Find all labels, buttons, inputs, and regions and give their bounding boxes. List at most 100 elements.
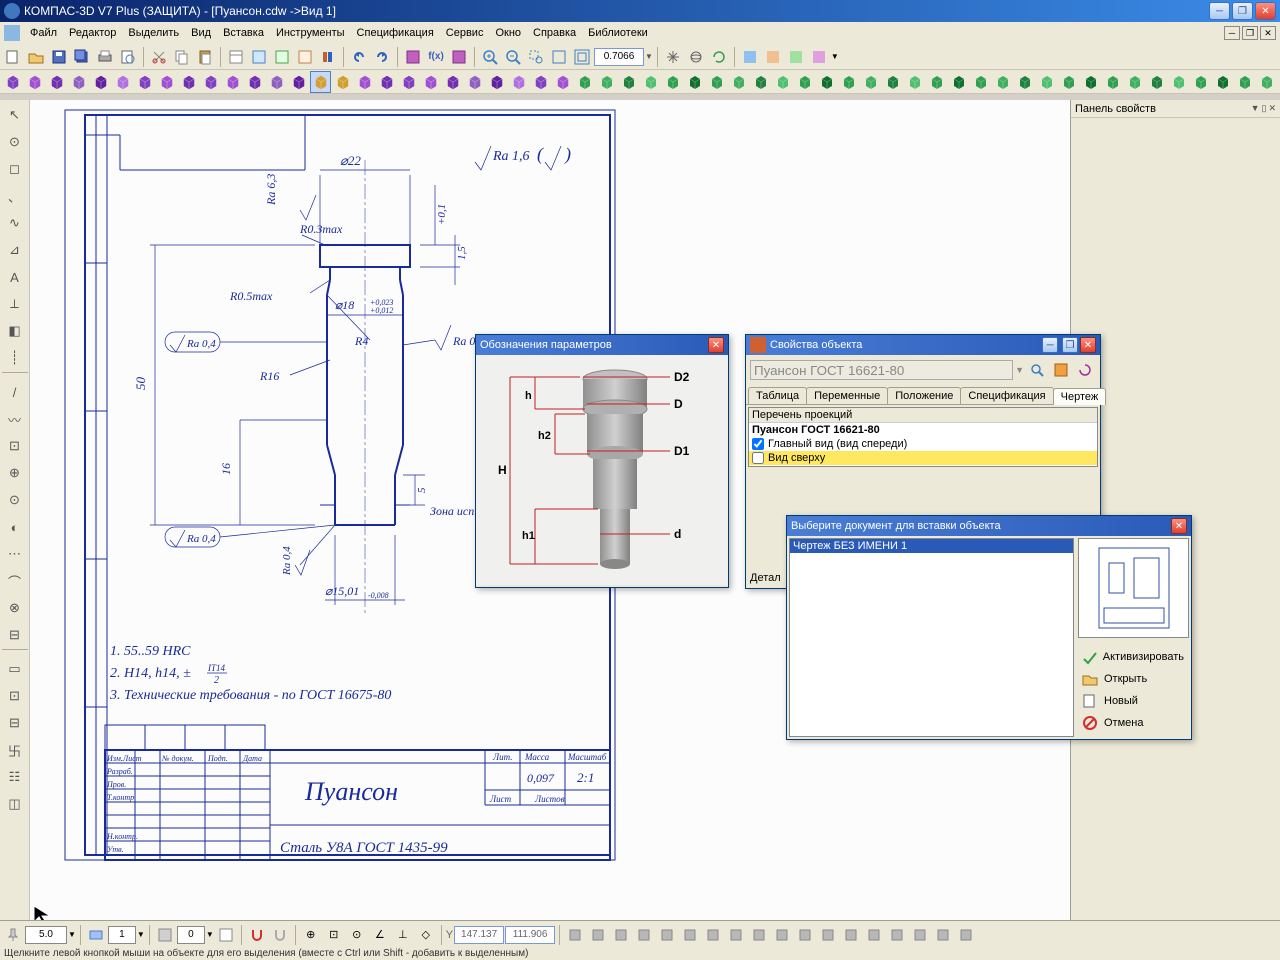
tb3d-5[interactable] [112, 71, 133, 93]
tb3d-g-21[interactable] [1037, 71, 1058, 93]
lt-14[interactable]: ⊕ [2, 460, 28, 486]
tb3d-3[interactable] [68, 71, 89, 93]
lt-26[interactable]: ☷ [2, 764, 28, 790]
mdi-restore[interactable]: ❐ [1242, 26, 1258, 40]
tb3d-14[interactable] [310, 71, 331, 93]
lt-5[interactable]: ⊿ [2, 237, 28, 263]
tb3d-g-14[interactable] [883, 71, 904, 93]
lt-16[interactable]: ◐ [2, 514, 28, 540]
lt-3[interactable]: 、 [2, 183, 28, 209]
tb3d-g-13[interactable] [861, 71, 882, 93]
tb-zoomin[interactable] [479, 46, 501, 68]
bb-state[interactable] [154, 924, 176, 946]
mdi-close[interactable]: ✕ [1260, 26, 1276, 40]
tab-position[interactable]: Положение [887, 387, 961, 404]
bb-extra-12[interactable] [840, 924, 862, 946]
tb3d-g-6[interactable] [707, 71, 728, 93]
lt-23[interactable]: ⊡ [2, 683, 28, 709]
lt-15[interactable]: ⊙ [2, 487, 28, 513]
tb3d-20[interactable] [442, 71, 463, 93]
popup-props-close[interactable]: ✕ [1080, 337, 1096, 353]
tb3d-g-20[interactable] [1015, 71, 1036, 93]
bb-extra-15[interactable] [909, 924, 931, 946]
tb3d-18[interactable] [398, 71, 419, 93]
tb3d-g-26[interactable] [1147, 71, 1168, 93]
bb-extra-8[interactable] [748, 924, 770, 946]
tb3d-g-27[interactable] [1169, 71, 1190, 93]
props-find[interactable] [1026, 359, 1048, 381]
bb-snap3[interactable]: ⊙ [346, 924, 368, 946]
popup-insert-close[interactable]: ✕ [1171, 518, 1187, 534]
popup-props-maximize[interactable]: ❐ [1062, 337, 1078, 353]
tb3d-g-3[interactable] [640, 71, 661, 93]
mdi-minimize[interactable]: ─ [1224, 26, 1240, 40]
tb3d-g-15[interactable] [905, 71, 926, 93]
tb3d-g-1[interactable] [596, 71, 617, 93]
lt-25[interactable]: 卐 [2, 737, 28, 763]
lt-27[interactable]: ◫ [2, 791, 28, 817]
tb3d-7[interactable] [156, 71, 177, 93]
tb3d-g-12[interactable] [839, 71, 860, 93]
bb-step[interactable] [25, 926, 67, 944]
proj-view-front[interactable]: Главный вид (вид спереди) [749, 437, 1097, 451]
lt-18[interactable]: ⌒ [2, 568, 28, 594]
tb-view1[interactable] [739, 46, 761, 68]
bb-snap4[interactable]: ∠ [369, 924, 391, 946]
panel-dropdown-icon[interactable]: ▼ [1251, 103, 1260, 114]
bb-extra-7[interactable] [725, 924, 747, 946]
menu-help[interactable]: Справка [527, 25, 582, 41]
bb-extra-5[interactable] [679, 924, 701, 946]
tb-lib[interactable] [317, 46, 339, 68]
minimize-button[interactable]: ─ [1209, 2, 1230, 20]
tb3d-g-24[interactable] [1103, 71, 1124, 93]
props-save[interactable] [1050, 359, 1072, 381]
tb3d-15[interactable] [332, 71, 353, 93]
bb-magnet-on[interactable] [246, 924, 268, 946]
popup-parameters-close[interactable]: ✕ [708, 337, 724, 353]
tb-saveall[interactable] [71, 46, 93, 68]
tb-print[interactable] [94, 46, 116, 68]
bb-extra-11[interactable] [817, 924, 839, 946]
tab-table[interactable]: Таблица [748, 387, 807, 404]
tb3d-g-19[interactable] [993, 71, 1014, 93]
tb-mgr[interactable] [271, 46, 293, 68]
menu-select[interactable]: Выделить [122, 25, 185, 41]
tb3d-13[interactable] [288, 71, 309, 93]
bb-snap2[interactable]: ⊡ [323, 924, 345, 946]
popup-insert-doc[interactable]: Выберите документ для вставки объекта ✕ … [786, 515, 1192, 740]
object-combo[interactable] [750, 360, 1013, 380]
tb-cut[interactable] [148, 46, 170, 68]
lt-22[interactable]: ▭ [2, 656, 28, 682]
tb3d-17[interactable] [376, 71, 397, 93]
lt-13[interactable]: ⊡ [2, 433, 28, 459]
action-open[interactable]: Открыть [1078, 668, 1188, 690]
menu-insert[interactable]: Вставка [217, 25, 270, 41]
tb3d-g-10[interactable] [795, 71, 816, 93]
tb3d-g-23[interactable] [1081, 71, 1102, 93]
tb3d-g-17[interactable] [949, 71, 970, 93]
tb-vars[interactable] [248, 46, 270, 68]
tb3d-22[interactable] [486, 71, 507, 93]
tb3d-g-29[interactable] [1213, 71, 1234, 93]
bb-extra-13[interactable] [863, 924, 885, 946]
bb-extra-16[interactable] [932, 924, 954, 946]
proj-view-top[interactable]: Вид сверху [749, 451, 1097, 465]
menu-view[interactable]: Вид [185, 25, 217, 41]
tb-orbit[interactable] [685, 46, 707, 68]
popup-parameters[interactable]: Обозначения параметров ✕ D2 D D1 d H h h… [475, 334, 729, 588]
tb3d-21[interactable] [464, 71, 485, 93]
tb-fx[interactable]: f(x) [425, 46, 447, 68]
tb-preview[interactable] [117, 46, 139, 68]
tb3d-g-4[interactable] [662, 71, 683, 93]
tb-view4[interactable] [808, 46, 830, 68]
tb3d-25[interactable] [552, 71, 573, 93]
panel-pin-icon[interactable]: ▯ [1262, 103, 1267, 114]
tb3d-16[interactable] [354, 71, 375, 93]
props-refresh[interactable] [1074, 359, 1096, 381]
tb3d-g-31[interactable] [1257, 71, 1278, 93]
action-cancel[interactable]: Отмена [1078, 712, 1188, 734]
action-new[interactable]: Новый [1078, 690, 1188, 712]
tb3d-g-28[interactable] [1191, 71, 1212, 93]
tab-spec[interactable]: Спецификация [960, 387, 1053, 404]
tb-spec[interactable] [294, 46, 316, 68]
